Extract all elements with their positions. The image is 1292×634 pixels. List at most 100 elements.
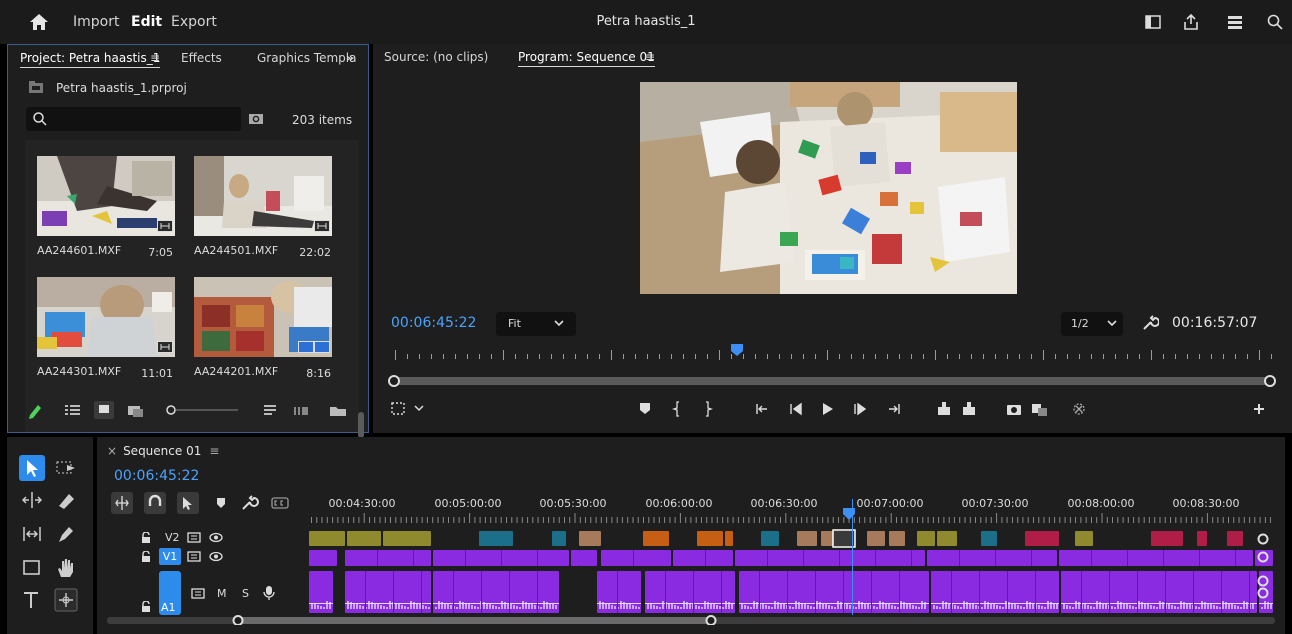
- close-icon[interactable]: ×: [107, 444, 117, 458]
- type-tool-icon[interactable]: [19, 587, 45, 613]
- project-file-name: Petra haastis_1.prproj: [56, 81, 187, 95]
- hand-tool-icon[interactable]: [53, 555, 79, 581]
- timeline-ruler[interactable]: 00:04:30:00 00:05:00:00 00:05:30:00 00:0…: [311, 497, 1271, 527]
- selection-tool-icon[interactable]: [19, 455, 45, 481]
- lock-icon[interactable]: [141, 601, 151, 612]
- clip-v2: [1151, 531, 1183, 546]
- tab-program-monitor[interactable]: Program: Sequence 01: [518, 50, 655, 67]
- progress-icon[interactable]: [1226, 13, 1244, 31]
- program-video-frame: [640, 82, 1017, 294]
- track-end-icon[interactable]: [1257, 587, 1269, 599]
- zoom-fit-dropdown[interactable]: Fit: [496, 312, 576, 336]
- track-end-icon[interactable]: [1257, 551, 1269, 563]
- clip-v2: [643, 531, 669, 546]
- clip-v2: [347, 531, 381, 546]
- clip-v1: [309, 550, 337, 566]
- share-icon[interactable]: [1182, 13, 1200, 31]
- panel-menu-icon[interactable]: ≡: [209, 444, 219, 458]
- sync-lock-icon[interactable]: [187, 532, 201, 543]
- track-end-icon[interactable]: [1257, 533, 1269, 545]
- playhead-marker[interactable]: [730, 344, 744, 356]
- mute-button[interactable]: M: [217, 587, 227, 600]
- track-end-icon[interactable]: [1257, 575, 1269, 587]
- auto-reframe-tool-icon[interactable]: [53, 587, 79, 613]
- clip-v2: [697, 531, 723, 546]
- timeline-settings-wrench-icon[interactable]: [238, 492, 260, 514]
- chevron-down-icon: [554, 320, 564, 327]
- slip-tool-icon[interactable]: [19, 521, 45, 547]
- sync-lock-icon[interactable]: [187, 551, 201, 562]
- microphone-icon[interactable]: [263, 585, 275, 601]
- playhead-timecode[interactable]: 00:06:45:22: [391, 315, 476, 331]
- pen-tool-icon[interactable]: [53, 521, 79, 547]
- ruler-label: 00:08:30:00: [1172, 497, 1240, 510]
- program-monitor: Source: (no clips) Program: Sequence 01 …: [373, 44, 1292, 433]
- clip-thumbnail[interactable]: [37, 277, 175, 357]
- clip-v2: [479, 531, 513, 546]
- linked-selection-icon[interactable]: [177, 492, 199, 514]
- timeline-clips[interactable]: [309, 529, 1275, 615]
- find-icon[interactable]: [248, 111, 264, 127]
- razor-tool-icon[interactable]: [53, 487, 79, 513]
- panel-menu-icon[interactable]: ≡: [645, 50, 655, 64]
- playhead-line: [852, 499, 853, 615]
- playback-resolution-value: 1/2: [1071, 317, 1089, 330]
- rectangle-tool-icon[interactable]: [19, 555, 45, 581]
- snap-magnet-icon[interactable]: [144, 492, 166, 514]
- ruler-ticks: [311, 513, 1271, 523]
- captions-icon[interactable]: [269, 492, 291, 514]
- clip-length: 11:01: [141, 367, 173, 380]
- sequence-duration: 00:16:57:07: [1172, 315, 1258, 331]
- panel-menu-icon[interactable]: ≡: [150, 51, 160, 65]
- clip-v2: [867, 531, 885, 546]
- project-search-input[interactable]: [26, 107, 241, 131]
- playhead-marker[interactable]: [843, 508, 855, 520]
- tab-graphics-templates[interactable]: Graphics Templa: [257, 51, 356, 65]
- tracks-area: V2 V1 A1 M S: [97, 499, 1285, 621]
- wrench-icon[interactable]: [1141, 314, 1159, 332]
- lock-icon[interactable]: [141, 551, 151, 562]
- ruler-label: 00:05:00:00: [434, 497, 502, 510]
- clip-v2: [917, 531, 935, 546]
- clip-v1: [735, 550, 925, 566]
- clip-v2: [1197, 531, 1207, 546]
- clip-v1: [579, 550, 597, 566]
- solo-button[interactable]: S: [242, 587, 249, 600]
- track-label-a1[interactable]: A1: [161, 601, 176, 614]
- tab-sequence[interactable]: × Sequence 01 ≡: [107, 444, 219, 458]
- panel-layout-icon[interactable]: [1144, 13, 1162, 31]
- clip-v2: [309, 531, 345, 546]
- clip-grid: AA244601.MXF 7:05 AA244501.MXF 22:02 AA2…: [25, 140, 364, 438]
- clip-thumbnail[interactable]: [194, 156, 332, 236]
- ripple-edit-tool-icon[interactable]: [19, 487, 45, 513]
- playback-resolution-dropdown[interactable]: 1/2: [1061, 312, 1123, 336]
- tab-project[interactable]: Project: Petra haastis_1: [20, 51, 161, 68]
- lock-icon[interactable]: [141, 532, 151, 543]
- timeline-scrollbar[interactable]: [107, 615, 1275, 625]
- clip-name: AA244201.MXF: [194, 365, 279, 378]
- add-marker-icon[interactable]: [210, 492, 232, 514]
- nest-sequence-icon[interactable]: [111, 492, 133, 514]
- clip-thumbnail[interactable]: [37, 156, 175, 236]
- more-tabs-icon[interactable]: »: [346, 51, 354, 65]
- clip-v2: [1025, 531, 1059, 546]
- monitor-time-ruler[interactable]: [391, 348, 1275, 362]
- ruler-label: 00:06:30:00: [750, 497, 818, 510]
- eye-icon[interactable]: [209, 551, 223, 562]
- track-label-v1[interactable]: V1: [159, 548, 181, 565]
- track-label-v2[interactable]: V2: [165, 531, 185, 544]
- clip-type-icon: [314, 220, 330, 232]
- clip-v2: [552, 531, 566, 546]
- clip-type-icon: [157, 341, 173, 353]
- search-icon[interactable]: [1266, 13, 1284, 31]
- clip-v1: [927, 550, 1057, 566]
- eye-icon[interactable]: [209, 532, 223, 543]
- tab-effects[interactable]: Effects: [181, 51, 222, 65]
- monitor-zoom-scrollbar[interactable]: [387, 374, 1277, 388]
- ruler-label: 00:04:30:00: [328, 497, 396, 510]
- ruler-label: 00:06:00:00: [645, 497, 713, 510]
- tab-source-monitor[interactable]: Source: (no clips): [384, 50, 488, 64]
- sync-lock-icon[interactable]: [191, 588, 205, 599]
- track-select-tool-icon[interactable]: [53, 455, 79, 481]
- timeline-timecode[interactable]: 00:06:45:22: [114, 468, 199, 484]
